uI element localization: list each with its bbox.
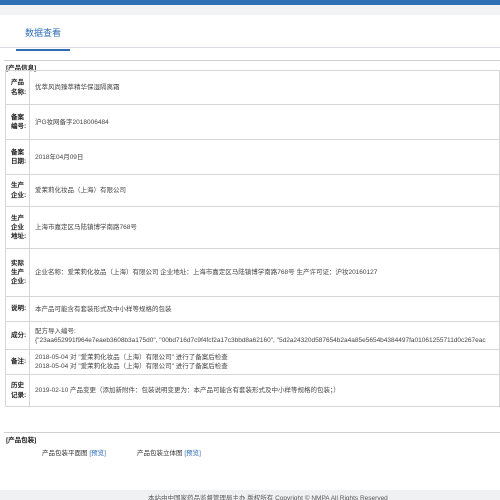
table-row: 实际生产企业: 企业名称：爱茉莉化妆品（上海）有限公司 企业地址：上海市嘉定区马… — [5, 248, 500, 297]
header-band — [0, 5, 500, 15]
row-value: 优萃风尚臻萃精华保湿隔离霜 — [29, 70, 500, 105]
table-row: 说明: 本产品可能含有套装形式及中小样等规格的包装 — [5, 296, 500, 322]
tab-data-view[interactable]: 数据查看 — [16, 26, 71, 51]
row-label: 产品名称: — [5, 70, 30, 105]
table-row: 生产企业: 爱茉莉化妆品（上海）有限公司 — [5, 174, 500, 207]
remark-line: 2018-05-04 对 "爱茉莉化妆品（上海）有限公司" 进行了备案后检查 — [35, 363, 228, 370]
row-label: 实际生产企业: — [5, 248, 30, 297]
table-row: 产品名称: 优萃风尚臻萃精华保湿隔离霜 — [5, 70, 500, 105]
row-value: 配方导入编号: {"23aa652991f964e7eaeb3608b3a175… — [29, 321, 500, 350]
ingredient-heading: 配方导入编号: — [35, 327, 76, 335]
row-label: 历史记录: — [5, 374, 30, 407]
packaging-flat-label: 产品包装平面图 — [42, 450, 88, 457]
row-value: 爱茉莉化妆品（上海）有限公司 — [29, 174, 500, 207]
packaging-solid-label: 产品包装立体图 — [137, 450, 183, 457]
row-value: 企业名称：爱茉莉化妆品（上海）有限公司 企业地址：上海市嘉定区马陆镇博学南路76… — [29, 248, 500, 297]
row-label: 备注: — [5, 349, 30, 375]
row-value: 沪G妆网备字2018006484 — [29, 104, 500, 140]
tab-bar: 数据查看 — [0, 15, 500, 51]
packaging-flat: 产品包装平面图 [预览] — [42, 447, 106, 457]
row-label: 生产企业地址: — [5, 206, 30, 249]
table-row: 历史记录: 2019-02-10 产品变更（添加新附件：包装说明变更为：本产品可… — [5, 374, 500, 407]
footer-text: 本站由中国家药品监督管理局主办 版权所有 Copyright © NMPA Al… — [148, 495, 388, 500]
row-label: 生产企业: — [5, 174, 30, 207]
row-value: 2018-05-04 对 "爱茉莉化妆品（上海）有限公司" 进行了备案后检查 2… — [29, 349, 500, 375]
packaging-section — [4, 432, 500, 433]
product-info-section — [4, 60, 500, 61]
packaging-title: [产品包装] — [6, 437, 37, 444]
table-row: 成分: 配方导入编号: {"23aa652991f964e7eaeb3608b3… — [5, 321, 500, 350]
preview-solid-link[interactable]: [预览] — [184, 450, 201, 457]
table-row: 备案日期: 2018年04月09日 — [5, 139, 500, 175]
table-row: 生产企业地址: 上海市嘉定区马陆镇博学南路768号 — [5, 206, 500, 249]
row-value: 本产品可能含有套装形式及中小样等规格的包装 — [29, 296, 500, 322]
row-label: 备案日期: — [5, 139, 30, 175]
row-label: 备案编号: — [5, 104, 30, 140]
preview-flat-link[interactable]: [预览] — [89, 450, 106, 457]
packaging-solid: 产品包装立体图 [预览] — [137, 447, 201, 457]
remark-line: 2018-05-04 对 "爱茉莉化妆品（上海）有限公司" 进行了备案后检查 — [35, 354, 228, 361]
row-label: 成分: — [5, 321, 30, 350]
table-row: 备注: 2018-05-04 对 "爱茉莉化妆品（上海）有限公司" 进行了备案后… — [5, 349, 500, 375]
ingredient-ids: {"23aa652991f964e7eaeb3608b3a175d0", "00… — [35, 336, 486, 344]
footer: 本站由中国家药品监督管理局主办 版权所有 Copyright © NMPA Al… — [0, 490, 500, 500]
row-label: 说明: — [5, 296, 30, 322]
row-value: 2019-02-10 产品变更（添加新附件：包装说明变更为：本产品可能含有套装形… — [29, 374, 500, 407]
table-row: 备案编号: 沪G妆网备字2018006484 — [5, 104, 500, 140]
row-value: 上海市嘉定区马陆镇博学南路768号 — [29, 206, 500, 249]
product-info-table: 产品名称: 优萃风尚臻萃精华保湿隔离霜 备案编号: 沪G妆网备字20180064… — [5, 70, 500, 407]
row-value: 2018年04月09日 — [29, 139, 500, 175]
